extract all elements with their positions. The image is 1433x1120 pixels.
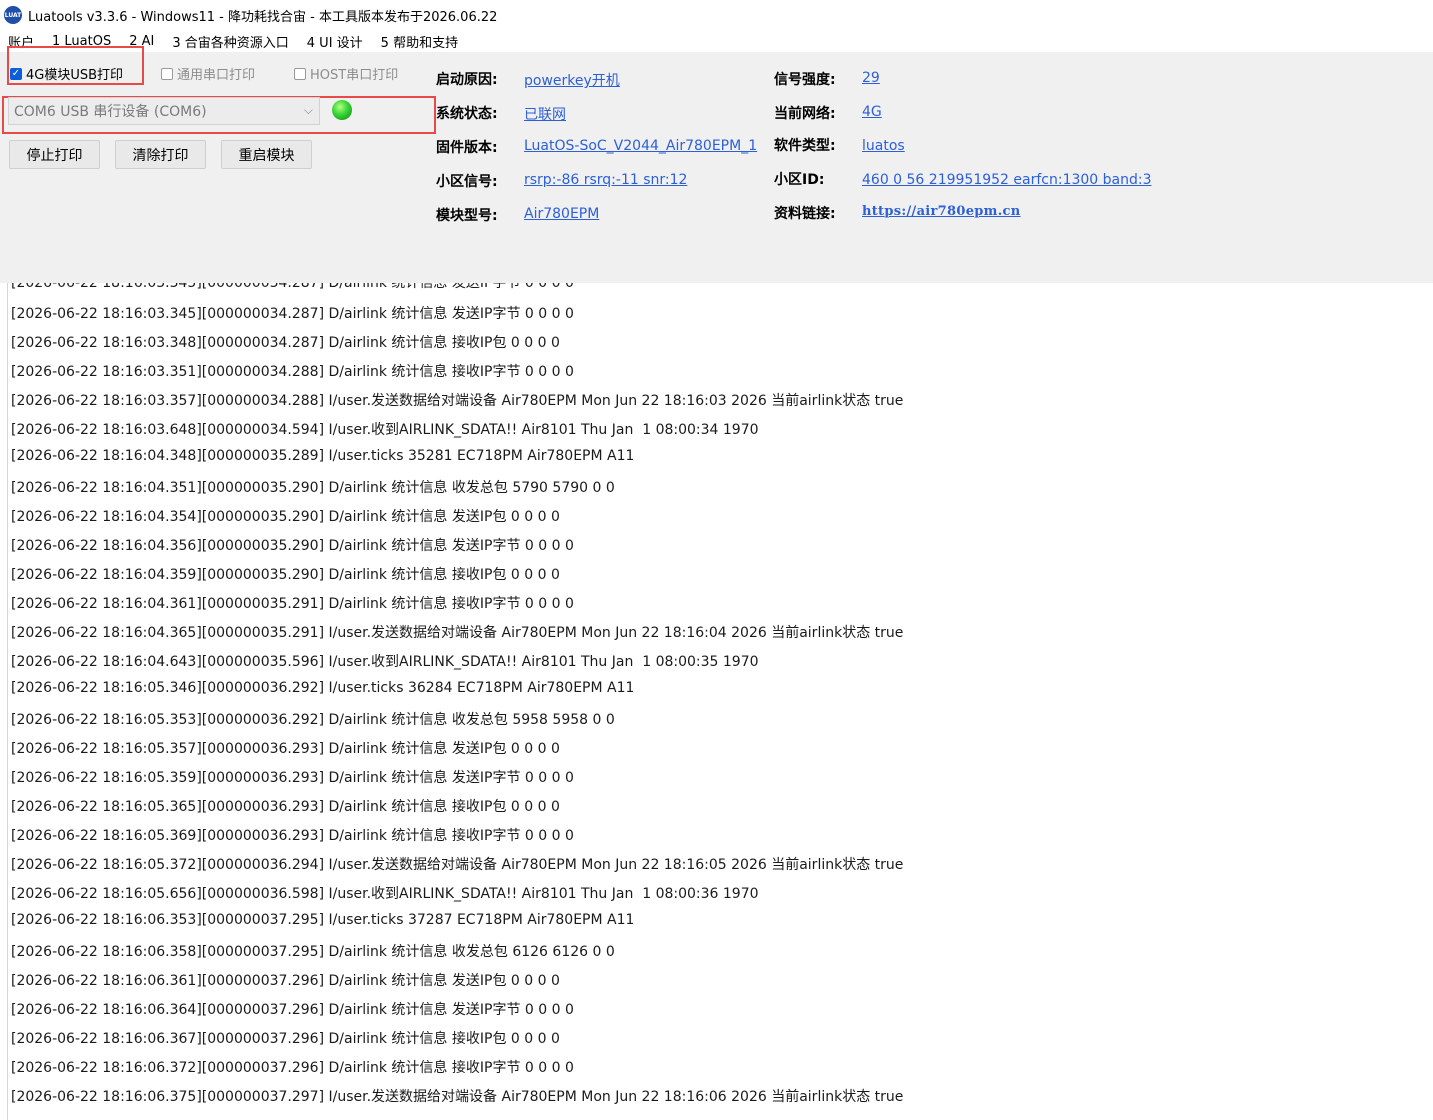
- docs-link-label: 资料链接:: [774, 206, 836, 222]
- menu-ui-design[interactable]: 4 UI 设计: [307, 32, 363, 51]
- chevron-down-icon: ⌵: [303, 103, 313, 117]
- log-line: [2026-06-22 18:16:06.364][000000037.296]…: [11, 1002, 574, 1018]
- log-line: [2026-06-22 18:16:03.345][000000034.287]…: [11, 283, 574, 291]
- boot-reason-label: 启动原因:: [436, 72, 498, 88]
- title-bar: LUAT Luatools v3.3.6 - Windows11 - 降功耗找合…: [0, 0, 1433, 30]
- cell-signal-value[interactable]: rsrp:-86 rsrq:-11 snr:12: [524, 172, 687, 188]
- app-logo-icon: LUAT: [4, 6, 22, 24]
- connection-status-led-icon: [332, 100, 352, 120]
- clear-print-button[interactable]: 清除打印: [115, 140, 206, 169]
- menu-bar: 账户 1 LuatOS 2 AI 3 合宙各种资源入口 4 UI 设计 5 帮助…: [0, 30, 1433, 52]
- log-line: [2026-06-22 18:16:05.365][000000036.293]…: [11, 799, 560, 815]
- port-select[interactable]: COM6 USB 串行设备 (COM6) ⌵: [8, 97, 320, 125]
- log-line: [2026-06-22 18:16:05.369][000000036.293]…: [11, 828, 574, 844]
- serial-print-label: 通用串口打印: [177, 68, 256, 83]
- software-type-value[interactable]: luatos: [862, 138, 905, 154]
- log-line: [2026-06-22 18:16:05.353][000000036.292]…: [11, 712, 615, 728]
- menu-account[interactable]: 账户: [8, 32, 34, 51]
- host-print-label: HOST串口打印: [310, 68, 399, 83]
- software-type-label: 软件类型:: [774, 138, 836, 154]
- serial-print-checkbox[interactable]: 通用串口打印: [161, 64, 255, 83]
- log-line: [2026-06-22 18:16:04.361][000000035.291]…: [11, 596, 574, 612]
- system-state-label: 系统状态:: [436, 106, 498, 122]
- log-line: [2026-06-22 18:16:04.643][000000035.596]…: [11, 654, 759, 670]
- signal-strength-label: 信号强度:: [774, 72, 836, 88]
- docs-link-value[interactable]: https://air780epm.cn: [862, 204, 1021, 219]
- network-value[interactable]: 4G: [862, 104, 882, 120]
- log-line: [2026-06-22 18:16:04.354][000000035.290]…: [11, 509, 560, 525]
- model-label: 模块型号:: [436, 208, 498, 224]
- log-line: [2026-06-22 18:16:05.656][000000036.598]…: [11, 886, 759, 902]
- firmware-value[interactable]: LuatOS-SoC_V2044_Air780EPM_1: [524, 138, 757, 154]
- signal-strength-value[interactable]: 29: [862, 70, 880, 86]
- network-label: 当前网络:: [774, 106, 836, 122]
- log-line: [2026-06-22 18:16:03.348][000000034.287]…: [11, 335, 560, 351]
- log-line: [2026-06-22 18:16:04.348][000000035.289]…: [11, 448, 635, 464]
- menu-ai[interactable]: 2 AI: [129, 34, 154, 49]
- log-line: [2026-06-22 18:16:06.375][000000037.297]…: [11, 1089, 904, 1105]
- log-line: [2026-06-22 18:16:06.353][000000037.295]…: [11, 912, 635, 928]
- host-print-checkbox[interactable]: HOST串口打印: [294, 64, 398, 83]
- menu-luatos[interactable]: 1 LuatOS: [52, 34, 111, 49]
- control-panel: ✓ 4G模块USB打印 通用串口打印 HOST串口打印 COM6 USB 串行设…: [0, 46, 1433, 283]
- window-title: Luatools v3.3.6 - Windows11 - 降功耗找合宙 - 本…: [28, 9, 498, 25]
- usb-print-checkbox[interactable]: ✓ 4G模块USB打印: [10, 64, 123, 83]
- log-line: [2026-06-22 18:16:03.648][000000034.594]…: [11, 422, 759, 438]
- menu-resources[interactable]: 3 合宙各种资源入口: [172, 32, 288, 51]
- log-line: [2026-06-22 18:16:03.345][000000034.287]…: [11, 306, 574, 322]
- usb-print-label: 4G模块USB打印: [26, 68, 124, 83]
- log-line: [2026-06-22 18:16:04.365][000000035.291]…: [11, 625, 904, 641]
- checkbox-unchecked-icon: [161, 67, 173, 80]
- log-line: [2026-06-22 18:16:05.346][000000036.292]…: [11, 680, 635, 696]
- log-line: [2026-06-22 18:16:06.358][000000037.295]…: [11, 944, 615, 960]
- log-line: [2026-06-22 18:16:06.361][000000037.296]…: [11, 973, 560, 989]
- log-line: [2026-06-22 18:16:05.372][000000036.294]…: [11, 857, 904, 873]
- log-output[interactable]: [2026-06-22 18:16:03.345][000000034.287]…: [7, 283, 1433, 1120]
- log-line: [2026-06-22 18:16:03.351][000000034.288]…: [11, 364, 574, 380]
- log-line: [2026-06-22 18:16:04.351][000000035.290]…: [11, 480, 615, 496]
- log-line: [2026-06-22 18:16:04.359][000000035.290]…: [11, 567, 560, 583]
- port-selected-value: COM6 USB 串行设备 (COM6): [14, 104, 207, 120]
- cell-id-label: 小区ID:: [774, 172, 825, 188]
- model-value[interactable]: Air780EPM: [524, 206, 599, 222]
- menu-help[interactable]: 5 帮助和支持: [381, 32, 458, 51]
- restart-module-button[interactable]: 重启模块: [221, 140, 312, 169]
- cell-id-value[interactable]: 460 0 56 219951952 earfcn:1300 band:3: [862, 172, 1152, 188]
- log-line: [2026-06-22 18:16:03.357][000000034.288]…: [11, 393, 904, 409]
- cell-signal-label: 小区信号:: [436, 174, 498, 190]
- checkbox-unchecked-icon: [294, 67, 306, 80]
- boot-reason-value[interactable]: powerkey开机: [524, 70, 620, 90]
- log-line: [2026-06-22 18:16:04.356][000000035.290]…: [11, 538, 574, 554]
- firmware-label: 固件版本:: [436, 140, 498, 156]
- log-line: [2026-06-22 18:16:06.367][000000037.296]…: [11, 1031, 560, 1047]
- log-line: [2026-06-22 18:16:05.357][000000036.293]…: [11, 741, 560, 757]
- stop-print-button[interactable]: 停止打印: [9, 140, 100, 169]
- log-line: [2026-06-22 18:16:05.359][000000036.293]…: [11, 770, 574, 786]
- system-state-value[interactable]: 已联网: [524, 104, 566, 124]
- checkbox-checked-icon: ✓: [10, 67, 22, 80]
- log-line: [2026-06-22 18:16:06.372][000000037.296]…: [11, 1060, 574, 1076]
